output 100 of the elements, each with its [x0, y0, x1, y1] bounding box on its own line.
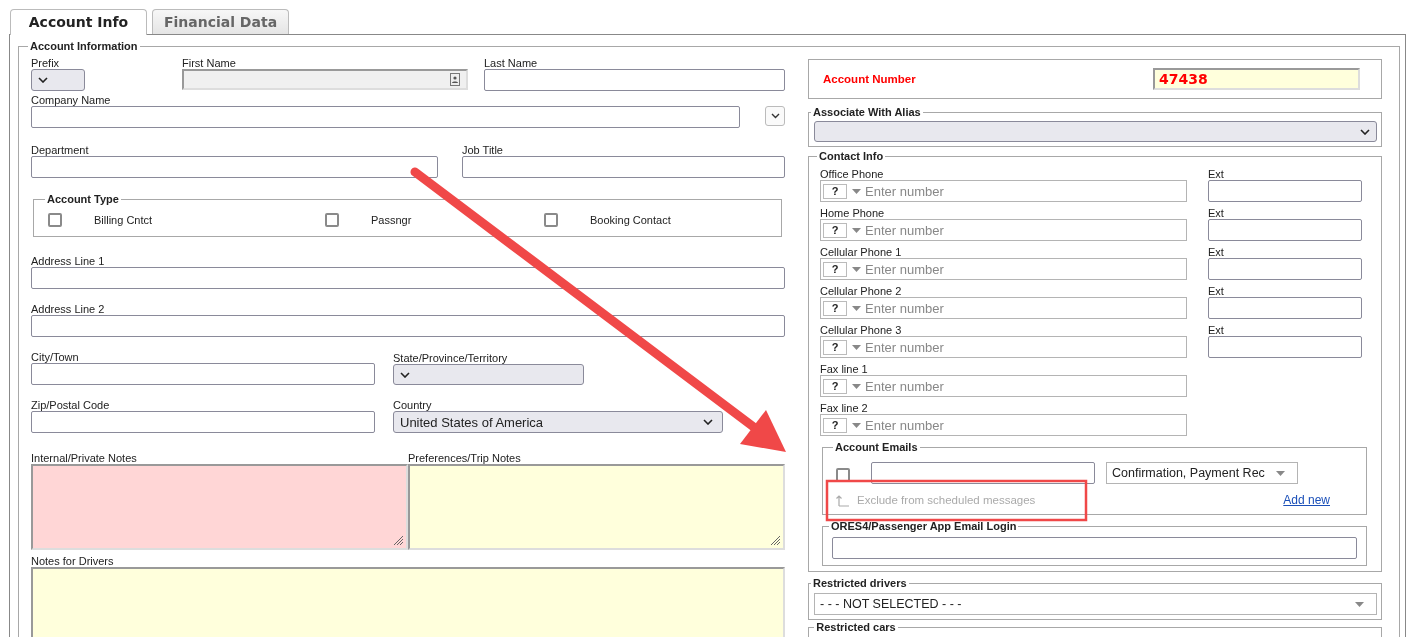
alias-select[interactable]	[814, 121, 1377, 142]
caret-icon	[852, 227, 861, 233]
caret-icon	[852, 266, 861, 272]
corner-arrow-icon	[836, 493, 850, 507]
chevron-icon	[400, 371, 410, 378]
add-new-link[interactable]: Add new	[1283, 493, 1330, 507]
chevron-icon	[38, 77, 48, 83]
account-number-label: Account Number	[823, 73, 916, 85]
field-label: Ext	[1208, 285, 1225, 297]
section-title: Account Emails	[834, 441, 919, 454]
country-code-button[interactable]: ?	[823, 417, 847, 433]
field-label: Address Line 2	[31, 303, 106, 315]
caret-icon	[1355, 601, 1364, 607]
text-field[interactable]	[31, 411, 375, 433]
phone-field[interactable]: ? Enter number	[820, 375, 1187, 397]
caret-icon	[1276, 470, 1285, 476]
field-label: Home Phone	[820, 207, 886, 219]
field-label: Cellular Phone 1	[820, 246, 903, 258]
section-title: ORES4/Passenger App Email Login	[830, 520, 1018, 533]
text-field[interactable]	[1208, 258, 1362, 280]
country-select[interactable]: United States of America	[393, 411, 723, 433]
resize-grip-icon[interactable]	[393, 535, 404, 546]
checkbox[interactable]	[325, 213, 339, 227]
field-label: Office Phone	[820, 168, 885, 180]
field-label: Notes for Drivers	[31, 555, 115, 567]
phone-field[interactable]: ? Enter number	[820, 336, 1187, 358]
text-field[interactable]	[1208, 336, 1362, 358]
field-label: Ext	[1208, 246, 1225, 258]
checkbox[interactable]	[48, 213, 62, 227]
text-field[interactable]	[31, 106, 740, 128]
expand-button[interactable]	[765, 106, 785, 126]
phone-field[interactable]: ? Enter number	[820, 297, 1187, 319]
contact-card-icon[interactable]	[450, 73, 460, 86]
text-field[interactable]	[31, 315, 785, 337]
field-label: Internal/Private Notes	[31, 452, 138, 464]
tab[interactable]: Financial Data	[152, 9, 289, 35]
country-code-button[interactable]: ?	[823, 222, 847, 238]
country-code-button[interactable]: ?	[823, 261, 847, 277]
country-code-button[interactable]: ?	[823, 378, 847, 394]
field-label: State/Province/Territory	[393, 352, 509, 364]
notes-field[interactable]	[408, 464, 785, 550]
text-field[interactable]	[31, 363, 375, 385]
notes-field[interactable]	[31, 464, 408, 550]
text-field[interactable]	[1208, 297, 1362, 319]
checkbox-label: Booking Contact	[590, 214, 671, 226]
text-field[interactable]	[462, 156, 785, 178]
field-label: Ext	[1208, 324, 1225, 336]
text-field[interactable]	[1208, 219, 1362, 241]
field-label: Company Name	[31, 94, 112, 106]
field-label: Prefix	[31, 57, 61, 69]
field-label: Ext	[1208, 168, 1225, 180]
prefix-select[interactable]	[31, 69, 85, 91]
field-label: Cellular Phone 3	[820, 324, 903, 336]
message-type-select[interactable]: Confirmation, Payment Rec	[1106, 462, 1298, 484]
caret-icon	[852, 188, 861, 194]
chevron-icon	[1360, 128, 1370, 135]
phone-field[interactable]: ? Enter number	[820, 219, 1187, 241]
field-label: First Name	[182, 57, 237, 69]
section-title: Restricted drivers	[812, 577, 908, 590]
chevron-icon	[770, 113, 780, 119]
phone-field[interactable]: ? Enter number	[820, 258, 1187, 280]
phone-field[interactable]: ? Enter number	[820, 414, 1187, 436]
checkbox-label: Passngr	[371, 214, 412, 226]
country-code-button[interactable]: ?	[823, 339, 847, 355]
field-label: Department	[31, 144, 90, 156]
text-field[interactable]	[484, 69, 785, 91]
text-field[interactable]	[832, 537, 1357, 559]
country-code-button[interactable]: ?	[823, 183, 847, 199]
tab[interactable]: Account Info	[10, 9, 147, 35]
text-field[interactable]	[31, 156, 438, 178]
checkbox-label: Billing Cntct	[94, 214, 153, 226]
account-number-field[interactable]: 47438	[1153, 68, 1360, 90]
section-title: Associate With Alias	[812, 106, 922, 119]
field-label: Job Title	[462, 144, 504, 156]
caret-icon	[852, 383, 861, 389]
field-label: Country	[393, 399, 433, 411]
section-title: Restricted cars	[815, 621, 897, 634]
restricted-drivers-select[interactable]: - - - NOT SELECTED - - -	[814, 593, 1377, 615]
resize-grip-icon[interactable]	[770, 535, 781, 546]
state-select[interactable]	[393, 364, 584, 385]
text-field[interactable]	[1208, 180, 1362, 202]
checkbox[interactable]	[544, 213, 558, 227]
field-label: Ext	[1208, 207, 1225, 219]
caret-icon	[852, 422, 861, 428]
text-field[interactable]	[871, 462, 1095, 484]
text-field[interactable]	[31, 267, 785, 289]
section-title: Account Information	[29, 40, 139, 53]
caret-icon	[852, 305, 861, 311]
first-name-field[interactable]	[182, 69, 468, 90]
field-label: Address Line 1	[31, 255, 106, 267]
field-label: Fax line 2	[820, 402, 869, 414]
phone-field[interactable]: ? Enter number	[820, 180, 1187, 202]
country-code-button[interactable]: ?	[823, 300, 847, 316]
field-label: Zip/Postal Code	[31, 399, 111, 411]
field-label: Preferences/Trip Notes	[408, 452, 522, 464]
caret-icon	[852, 344, 861, 350]
field-label: Cellular Phone 2	[820, 285, 903, 297]
field-label: Last Name	[484, 57, 539, 69]
notes-field[interactable]	[31, 567, 785, 637]
field-label: City/Town	[31, 351, 80, 363]
